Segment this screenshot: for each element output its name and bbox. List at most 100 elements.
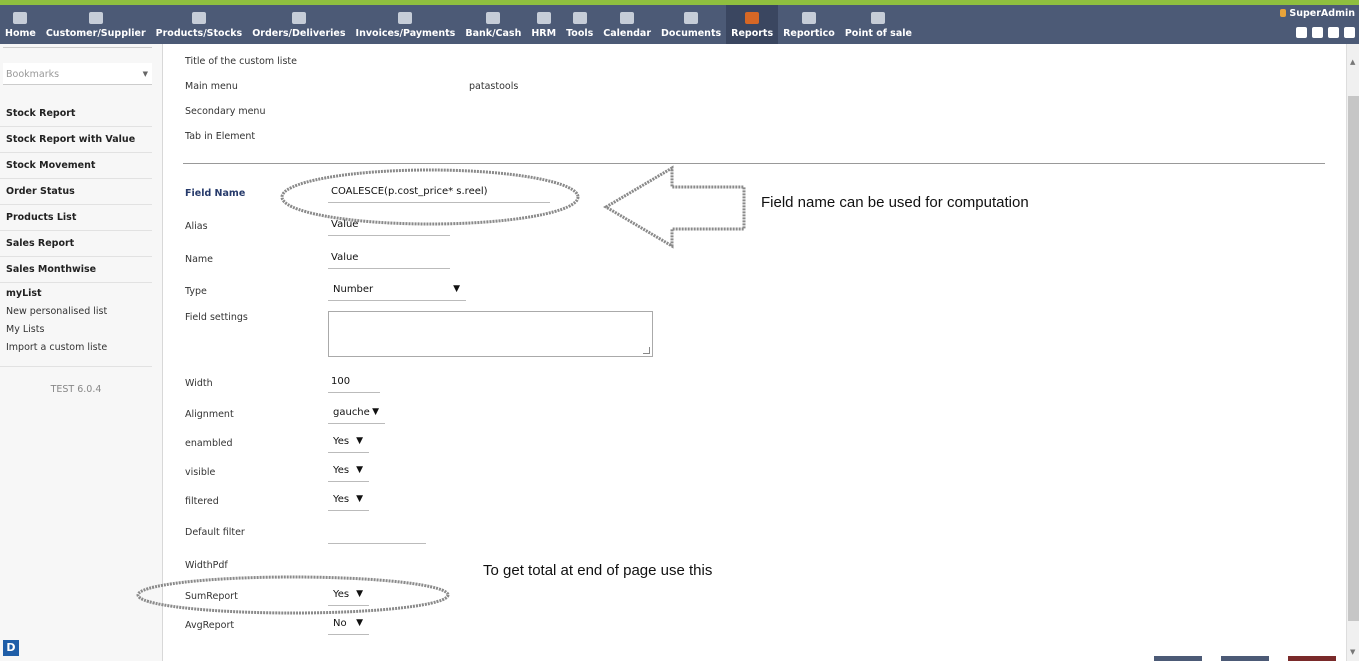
menu-customer-supplier[interactable]: Customer/Supplier [41, 5, 151, 44]
menu-label: Calendar [603, 28, 652, 39]
default-filter-input[interactable] [328, 524, 426, 544]
report-list: Stock Report Stock Report with Value Sto… [0, 101, 152, 367]
pos-icon [871, 12, 886, 24]
search-input[interactable] [3, 40, 152, 48]
footer-button-1[interactable] [1154, 656, 1202, 661]
name-input[interactable]: Value [328, 249, 450, 269]
enabled-select[interactable]: Yes ▼ [328, 433, 369, 453]
footer-button-3[interactable] [1288, 656, 1336, 661]
top-navigation-bar: Home Customer/Supplier Products/Stocks O… [0, 5, 1359, 44]
import-custom-liste-link[interactable]: Import a custom liste [6, 342, 146, 353]
menu-invoices-payments[interactable]: Invoices/Payments [351, 5, 461, 44]
my-lists-link[interactable]: My Lists [6, 324, 146, 335]
tools-icon [572, 12, 587, 24]
menu-orders-deliveries[interactable]: Orders/Deliveries [247, 5, 350, 44]
scroll-thumb[interactable] [1348, 96, 1359, 621]
building-icon [88, 12, 103, 24]
sidebar-item-stock-report[interactable]: Stock Report [0, 101, 152, 127]
sidebar-item-order-status[interactable]: Order Status [0, 179, 152, 205]
main-menu: Home Customer/Supplier Products/Stocks O… [0, 5, 917, 44]
sidebar-item-sales-monthwise[interactable]: Sales Monthwise [0, 257, 152, 283]
menu-label: Home [5, 28, 36, 39]
menu-point-of-sale[interactable]: Point of sale [840, 5, 917, 44]
field-settings-textarea[interactable] [328, 311, 653, 357]
logout-icon[interactable] [1344, 27, 1355, 38]
reportico-icon [801, 12, 816, 24]
width-input[interactable]: 100 [328, 373, 380, 393]
print-icon[interactable] [1312, 27, 1323, 38]
type-select[interactable]: Number ▼ [328, 281, 466, 301]
field-name-input[interactable]: COALESCE(p.cost_price* s.reel) [328, 183, 550, 203]
menu-label: Orders/Deliveries [252, 28, 346, 39]
alignment-value: gauche [333, 407, 370, 418]
calendar-icon [620, 12, 635, 24]
enabled-label: enambled [185, 438, 233, 449]
dropdown-arrow-icon: ▼ [356, 436, 363, 446]
sidebar-item-products-list[interactable]: Products List [0, 205, 152, 231]
user-icon [1280, 9, 1287, 17]
enabled-value: Yes [333, 436, 350, 447]
main-menu-value: patastools [469, 81, 519, 92]
avg-report-select[interactable]: No ▼ [328, 615, 369, 635]
top-tools [1296, 27, 1355, 38]
menu-hrm[interactable]: HRM [526, 5, 561, 44]
filtered-label: filtered [185, 496, 219, 507]
bug-icon[interactable] [1296, 27, 1307, 38]
documents-icon [684, 12, 699, 24]
menu-products-stocks[interactable]: Products/Stocks [151, 5, 248, 44]
invoice-icon [398, 12, 413, 24]
menu-reportico[interactable]: Reportico [778, 5, 840, 44]
avg-report-value: No [333, 618, 347, 629]
sidebar-item-stock-movement[interactable]: Stock Movement [0, 153, 152, 179]
boxes-icon [191, 12, 206, 24]
scroll-up-icon[interactable]: ▲ [1350, 58, 1355, 66]
alignment-select[interactable]: gauche ▼ [328, 404, 385, 424]
dropdown-arrow-icon: ▼ [372, 407, 379, 417]
menu-tools[interactable]: Tools [561, 5, 598, 44]
menu-label: HRM [531, 28, 557, 39]
main-menu-label: Main menu [185, 81, 238, 92]
secondary-menu-label: Secondary menu [185, 106, 266, 117]
sidebar-item-sales-report[interactable]: Sales Report [0, 231, 152, 257]
width-pdf-label: WidthPdf [185, 560, 228, 571]
bank-icon [486, 12, 501, 24]
menu-label: Reportico [783, 28, 835, 39]
reports-icon [745, 12, 760, 24]
menu-calendar[interactable]: Calendar [598, 5, 656, 44]
sum-report-select[interactable]: Yes ▼ [328, 586, 369, 606]
title-label: Title of the custom liste [185, 56, 297, 67]
vertical-scrollbar[interactable]: ▲ ▼ [1346, 44, 1359, 661]
hrm-icon [536, 12, 551, 24]
order-icon [291, 12, 306, 24]
alias-input[interactable]: Value [328, 216, 450, 236]
menu-documents[interactable]: Documents [656, 5, 726, 44]
menu-label: Invoices/Payments [355, 28, 456, 39]
avg-report-label: AvgReport [185, 620, 235, 631]
menu-bank-cash[interactable]: Bank/Cash [460, 5, 526, 44]
sidebar-item-stock-report-value[interactable]: Stock Report with Value [0, 127, 152, 153]
name-label: Name [185, 254, 214, 265]
type-label: Type [185, 286, 207, 297]
bookmarks-select[interactable]: Bookmarks ▼ [3, 63, 152, 85]
new-personalised-list-link[interactable]: New personalised list [6, 306, 146, 317]
menu-label: Tools [566, 28, 594, 39]
bookmarks-label: Bookmarks [6, 69, 60, 80]
section-divider [183, 163, 1325, 164]
footer-button-2[interactable] [1221, 656, 1269, 661]
scroll-down-icon[interactable]: ▼ [1350, 648, 1355, 656]
dropdown-arrow-icon: ▼ [356, 494, 363, 504]
menu-home[interactable]: Home [0, 5, 41, 44]
main-content: Title of the custom liste Main menu pata… [163, 44, 1346, 661]
sum-report-annotation: To get total at end of page use this [483, 562, 713, 579]
tab-in-element-label: Tab in Element [185, 131, 256, 142]
menu-reports[interactable]: Reports [726, 5, 779, 44]
filtered-value: Yes [333, 494, 350, 505]
help-icon[interactable] [1328, 27, 1339, 38]
debug-badge[interactable]: D [3, 640, 19, 656]
mylist-title[interactable]: myList [6, 288, 146, 299]
visible-select[interactable]: Yes ▼ [328, 462, 369, 482]
chevron-down-icon: ▼ [142, 70, 148, 78]
filtered-select[interactable]: Yes ▼ [328, 491, 369, 511]
user-name[interactable]: SuperAdmin [1280, 8, 1355, 19]
field-name-label: Field Name [185, 188, 246, 199]
